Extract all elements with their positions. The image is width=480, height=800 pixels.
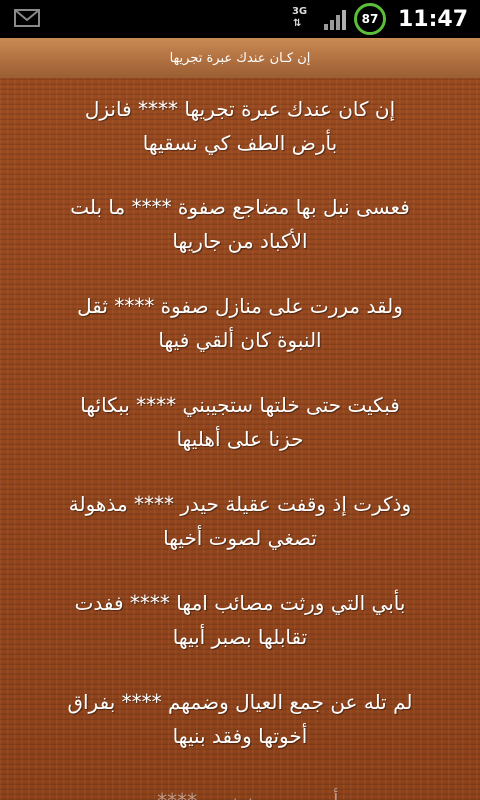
- verse: ولقد مررت على منازل صفوة **** ثقل النبوة…: [0, 289, 480, 357]
- verse-line-1: ولقد مررت على منازل صفوة **** ثقل: [77, 294, 403, 318]
- verse: لم تله عن جمع العيال وضمهم **** بفراق أخ…: [0, 685, 480, 753]
- verse-line-2: الأكباد من جاريها: [172, 229, 308, 253]
- verse: وذكرت إذ وقفت عقيلة حيدر **** مذهولة تصغ…: [0, 487, 480, 555]
- verse-line-1: لم تله عن جمع العيال وضمهم **** بفراق: [67, 690, 413, 714]
- page-title: إن كـان عندك عبرة تجريها: [169, 50, 311, 66]
- clock: 11:47: [397, 6, 468, 32]
- battery-level: 87: [361, 12, 379, 26]
- verse-line-1: وذكرت إذ وقفت عقيلة حيدر **** مذهولة: [68, 492, 412, 516]
- verse-line-1: فبكيت حتى خلتها ستجيبني **** ببكائها: [80, 393, 400, 417]
- signal-strength-icon: [323, 8, 346, 30]
- verse-line-2: أخوتها وفقد بنيها: [172, 724, 308, 748]
- verse-line-2: النبوة كان ألقي فيها: [158, 328, 322, 352]
- status-bar: 3G ⇅ 87 11:47: [0, 0, 480, 38]
- network-3g-icon: 3G ⇅: [291, 6, 308, 29]
- verse: إن كان عندك عبرة تجريها **** فانزل بأرض …: [0, 92, 480, 160]
- gmail-icon: [14, 8, 40, 28]
- verse-line-1: بأبي التي ورثت مصائب امها **** ففدت: [74, 591, 406, 615]
- poem-content[interactable]: إن كان عندك عبرة تجريها **** فانزل بأرض …: [0, 78, 480, 800]
- verse-line-2: حزنا على أهليها: [176, 427, 304, 451]
- verse-line-2: تقابلها بصبر أبيها: [172, 625, 308, 649]
- verse: فعسى نبل بها مضاجع صفوة **** ما بلت الأك…: [0, 190, 480, 258]
- verse-line-2: تصغي لصوت أخيها: [163, 526, 317, 550]
- verse-line-1: إن كان عندك عبرة تجريها **** فانزل: [84, 97, 396, 121]
- verse-line-1: فعسى نبل بها مضاجع صفوة **** ما بلت: [70, 195, 410, 219]
- verse: بأبي التي ورثت مصائب امها **** ففدت تقاب…: [0, 586, 480, 654]
- verse-partial: وأمي من حزن ... **** ...: [0, 784, 480, 800]
- verse: فبكيت حتى خلتها ستجيبني **** ببكائها حزن…: [0, 388, 480, 456]
- verse-line-2: بأرض الطف كي نسقيها: [142, 131, 338, 155]
- battery-icon: 87: [353, 3, 386, 35]
- app-title-bar: إن كـان عندك عبرة تجريها: [0, 38, 480, 78]
- verse-line-1: وأمي من حزن ... **** ...: [20, 784, 460, 800]
